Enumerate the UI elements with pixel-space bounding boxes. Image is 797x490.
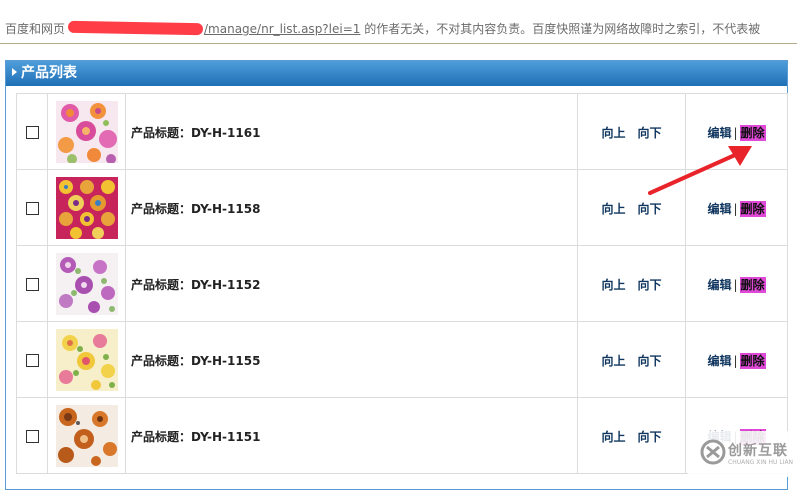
product-title: 产品标题：DY-H-1155 bbox=[131, 354, 261, 368]
row-checkbox[interactable] bbox=[25, 126, 39, 139]
watermark-subtext: CHUANG XIN HU LIAN bbox=[728, 459, 794, 466]
row-checkbox[interactable] bbox=[25, 430, 39, 443]
move-down-link[interactable]: 向下 bbox=[638, 278, 662, 292]
table-row: 产品标题：DY-H-1155 向上 向下 编辑 | 删除 bbox=[16, 321, 788, 398]
separator: | bbox=[733, 354, 738, 368]
table-row: 产品标题：DY-H-1152 向上 向下 编辑 | 删除 bbox=[16, 245, 788, 322]
delete-link[interactable]: 删除 bbox=[739, 353, 766, 369]
move-up-link[interactable]: 向上 bbox=[601, 430, 625, 444]
redacted-url bbox=[67, 20, 204, 36]
cache-prefix: 百度和网页 bbox=[5, 22, 66, 36]
cache-header: 百度和网页/manage/nr_list.asp?lei=1 的作者无关，不对其… bbox=[0, 0, 797, 44]
row-checkbox[interactable] bbox=[25, 354, 39, 367]
product-thumbnail[interactable] bbox=[55, 328, 118, 391]
product-title: 产品标题：DY-H-1158 bbox=[131, 202, 261, 216]
product-thumbnail[interactable] bbox=[55, 176, 118, 239]
product-table: 产品标题：DY-H-1161 向上 向下 编辑 | 删除 产品标题：DY-H-1… bbox=[16, 93, 788, 474]
move-down-link[interactable]: 向下 bbox=[638, 202, 662, 216]
separator: | bbox=[733, 126, 738, 140]
separator: | bbox=[733, 202, 738, 216]
panel-header: 产品列表 bbox=[6, 61, 787, 86]
edit-link[interactable]: 编辑 bbox=[707, 126, 731, 140]
separator: | bbox=[733, 278, 738, 292]
panel-title: 产品列表 bbox=[21, 65, 77, 81]
move-down-link[interactable]: 向下 bbox=[638, 126, 662, 140]
cache-suffix: 的作者无关，不对其内容负责。百度快照谨为网络故障时之索引，不代表被 bbox=[364, 22, 761, 36]
product-thumbnail[interactable] bbox=[55, 252, 118, 315]
table-row: 产品标题：DY-H-1151 向上向下 编辑|删除 bbox=[16, 397, 788, 474]
product-title: 产品标题：DY-H-1161 bbox=[131, 126, 261, 140]
move-up-link[interactable]: 向上 bbox=[601, 278, 625, 292]
brand-logo-icon bbox=[700, 439, 726, 465]
edit-link[interactable]: 编辑 bbox=[707, 278, 731, 292]
move-up-link[interactable]: 向上 bbox=[601, 126, 625, 140]
row-checkbox[interactable] bbox=[25, 278, 39, 291]
triangle-right-icon bbox=[12, 68, 17, 76]
product-title: 产品标题：DY-H-1152 bbox=[131, 278, 261, 292]
move-down-link[interactable]: 向下 bbox=[638, 430, 662, 444]
delete-link[interactable]: 删除 bbox=[739, 277, 766, 293]
product-title: 产品标题：DY-H-1151 bbox=[131, 430, 261, 444]
watermark: 创新互联 CHUANG XIN HU LIAN bbox=[688, 431, 797, 477]
product-thumbnail[interactable] bbox=[55, 100, 118, 163]
delete-link[interactable]: 删除 bbox=[739, 125, 766, 141]
row-checkbox[interactable] bbox=[25, 202, 39, 215]
table-row: 产品标题：DY-H-1158 向上 向下 编辑 | 删除 bbox=[16, 169, 788, 246]
table-row: 产品标题：DY-H-1161 向上 向下 编辑 | 删除 bbox=[16, 93, 788, 170]
edit-link[interactable]: 编辑 bbox=[707, 354, 731, 368]
edit-link[interactable]: 编辑 bbox=[707, 202, 731, 216]
cache-url-link[interactable]: /manage/nr_list.asp?lei=1 bbox=[204, 22, 360, 36]
move-up-link[interactable]: 向上 bbox=[601, 354, 625, 368]
watermark-text: 创新互联 bbox=[728, 443, 788, 459]
delete-link[interactable]: 删除 bbox=[739, 201, 766, 217]
move-down-link[interactable]: 向下 bbox=[638, 354, 662, 368]
cache-notice: 百度和网页/manage/nr_list.asp?lei=1 的作者无关，不对其… bbox=[5, 20, 760, 37]
product-thumbnail[interactable] bbox=[55, 404, 118, 467]
move-up-link[interactable]: 向上 bbox=[601, 202, 625, 216]
